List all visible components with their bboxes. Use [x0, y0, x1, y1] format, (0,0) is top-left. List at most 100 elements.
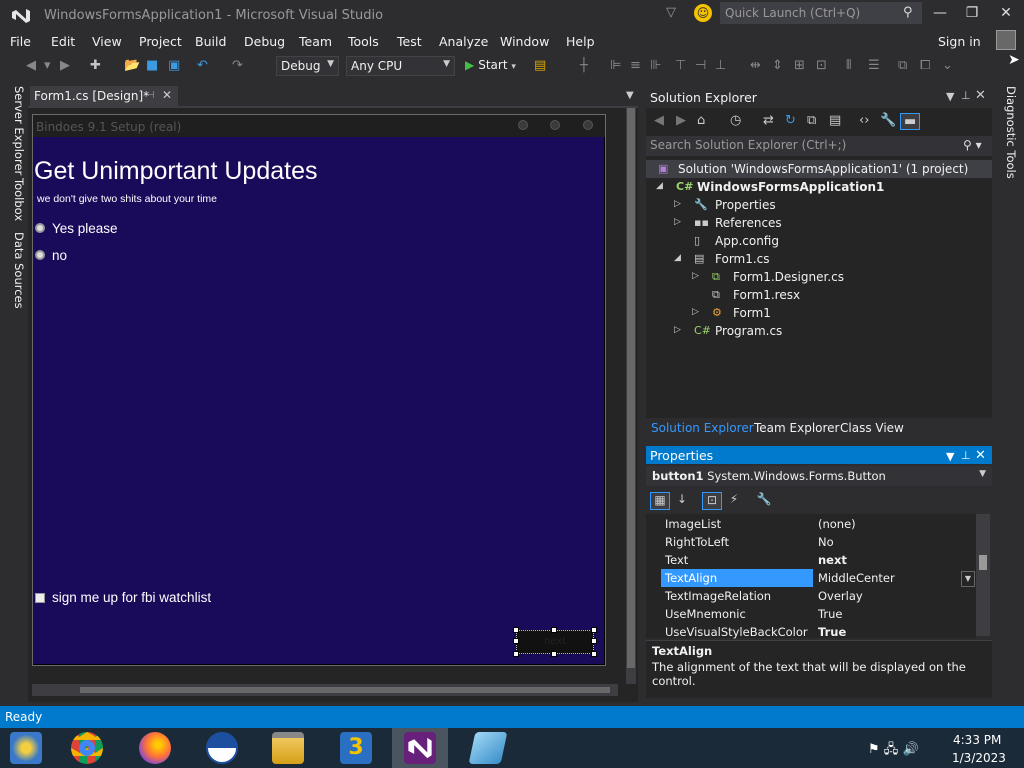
menu-view[interactable]: View [92, 34, 122, 49]
alphabetical-icon[interactable]: ↓ [672, 492, 692, 510]
document-list-dropdown-icon[interactable]: ▼ [626, 90, 634, 101]
menu-team[interactable]: Team [299, 34, 332, 49]
notepad-icon[interactable] [468, 732, 508, 764]
radio-yes-please[interactable] [35, 223, 45, 233]
resize-handle[interactable] [551, 627, 557, 633]
quick-launch-input[interactable]: Quick Launch (Ctrl+Q) [720, 2, 922, 24]
toolbar-overflow-icon[interactable]: ⌄ [942, 58, 953, 73]
property-name[interactable]: ImageList [665, 517, 721, 531]
show-all-files-icon[interactable]: ▤ [829, 113, 841, 128]
close-panel-icon[interactable]: ✕ [975, 448, 986, 463]
tree-item-form1-resx[interactable]: ⧉ Form1.resx [646, 286, 992, 304]
bring-to-front-icon[interactable]: ⧉ [898, 58, 907, 73]
network-icon[interactable]: 🖧 [884, 742, 899, 757]
flag-icon[interactable]: ⚑ [868, 742, 880, 757]
form-client-area[interactable] [33, 137, 604, 664]
tree-item-references[interactable]: ▷ ▪▪ References [646, 214, 992, 232]
tab-class-view[interactable]: Class View [840, 421, 904, 435]
menu-analyze[interactable]: Analyze [439, 34, 488, 49]
pin-icon[interactable]: ⊣ [146, 90, 155, 101]
forward-icon[interactable]: ▶ [676, 113, 686, 128]
property-value[interactable]: (none) [818, 517, 856, 531]
property-name-selected[interactable]: TextAlign [665, 571, 717, 585]
property-value[interactable]: True [818, 607, 842, 621]
menu-file[interactable]: File [10, 34, 31, 49]
menu-build[interactable]: Build [195, 34, 226, 49]
property-name[interactable]: TextImageRelation [665, 589, 771, 603]
volume-icon[interactable]: 🔊 [902, 742, 918, 757]
clock-date[interactable]: 1/3/2023 [952, 751, 1006, 765]
horizontal-spacing-icon[interactable]: ⫴ [846, 58, 851, 73]
solution-explorer-search-input[interactable]: Search Solution Explorer (Ctrl+;) [646, 136, 992, 156]
property-pages-icon[interactable]: 🔧 [754, 492, 774, 510]
view-code-icon[interactable]: ‹› [859, 113, 869, 128]
menu-debug[interactable]: Debug [244, 34, 285, 49]
save-icon[interactable]: ■ [146, 58, 158, 73]
menu-project[interactable]: Project [139, 34, 182, 49]
categorized-icon[interactable]: ▦ [650, 492, 670, 510]
expand-arrow-icon[interactable]: ▷ [692, 271, 699, 281]
tree-item-solution[interactable]: ▣ Solution 'WindowsFormsApplication1' (1… [646, 160, 992, 178]
data-sources-tab[interactable]: Data Sources [2, 232, 26, 309]
property-name[interactable]: UseMnemonic [665, 607, 746, 621]
tab-form1-design[interactable]: Form1.cs [Design]* ⊣ ✕ [30, 86, 178, 106]
expand-arrow-icon[interactable]: ▷ [692, 307, 699, 317]
resize-handle[interactable] [591, 651, 597, 657]
property-name[interactable]: RightToLeft [665, 535, 729, 549]
feedback-smiley-icon[interactable]: ☺ [694, 4, 712, 22]
debug-target-icon[interactable]: ▤ [534, 58, 546, 73]
tab-solution-explorer[interactable]: Solution Explorer [651, 421, 754, 435]
properties-view-icon[interactable]: ⊡ [702, 492, 722, 510]
navigate-forward-icon[interactable]: ▶ [60, 58, 70, 73]
open-file-icon[interactable]: 📂 [124, 58, 140, 73]
server-explorer-tab[interactable]: Server Explorer [2, 86, 26, 175]
tree-item-form1-class[interactable]: ▷ ⚙ Form1 [646, 304, 992, 322]
menu-window[interactable]: Window [500, 34, 549, 49]
visual-studio-taskbar-icon[interactable] [404, 732, 436, 764]
auto-hide-pin-icon[interactable]: ⊥ [961, 449, 971, 462]
property-name[interactable]: UseVisualStyleBackColor [665, 625, 808, 639]
tab-team-explorer[interactable]: Team Explorer [754, 421, 840, 435]
tree-item-project[interactable]: ◢ C# WindowsFormsApplication1 [646, 178, 992, 196]
radio-yes-please-label[interactable]: Yes please [52, 221, 118, 236]
make-same-height-icon[interactable]: ⇕ [772, 58, 783, 73]
fbi-watchlist-checkbox-label[interactable]: sign me up for fbi watchlist [52, 590, 211, 605]
tree-item-form1-designer[interactable]: ▷ ⧉ Form1.Designer.cs [646, 268, 992, 286]
property-value-input[interactable]: MiddleCenter [818, 571, 895, 585]
form-heading-label[interactable]: Get Unimportant Updates [34, 157, 317, 186]
start-orb-icon[interactable] [10, 732, 42, 764]
align-bottoms-icon[interactable]: ⊥ [715, 58, 726, 73]
make-same-width-icon[interactable]: ⇹ [750, 58, 761, 73]
firefox-icon[interactable] [139, 732, 171, 764]
resize-handle[interactable] [513, 638, 519, 644]
tree-item-properties[interactable]: ▷ 🔧 Properties [646, 196, 992, 214]
resize-handle[interactable] [591, 638, 597, 644]
events-lightning-icon[interactable]: ⚡ [724, 492, 744, 510]
notifications-filter-icon[interactable]: ▽ [666, 5, 676, 20]
sync-icon[interactable]: ⇄ [763, 113, 774, 128]
obama-logo-icon[interactable] [206, 732, 238, 764]
properties-wrench-icon[interactable]: 🔧 [880, 113, 896, 128]
radio-no-label[interactable]: no [52, 248, 67, 263]
form-subheading-label[interactable]: we don't give two shits about your time [37, 193, 217, 205]
align-lefts-icon[interactable]: ⊫ [610, 58, 621, 73]
property-value[interactable]: next [818, 553, 847, 567]
resize-handle[interactable] [591, 627, 597, 633]
back-icon[interactable]: ◀ [654, 113, 664, 128]
menu-help[interactable]: Help [566, 34, 595, 49]
save-all-icon[interactable]: ▣ [168, 58, 180, 73]
properties-object-select[interactable]: button1 System.Windows.Forms.Button ▼ [646, 466, 992, 486]
size-to-grid-icon[interactable]: ⊡ [816, 58, 827, 73]
toolbox-tab[interactable]: Toolbox [2, 178, 26, 221]
resize-handle[interactable] [513, 627, 519, 633]
account-icon[interactable] [996, 30, 1016, 50]
solution-configuration-select[interactable]: Debug ▼ [276, 56, 339, 76]
search-icon[interactable]: ⚲ ▾ [963, 138, 982, 152]
minimize-button[interactable]: — [928, 5, 952, 25]
close-tab-icon[interactable]: ✕ [162, 88, 172, 102]
navigate-dropdown-icon[interactable]: ▾ [44, 58, 51, 73]
expand-arrow-icon[interactable]: ▷ [674, 199, 681, 209]
navigate-back-icon[interactable]: ◀ [26, 58, 36, 73]
resize-handle[interactable] [551, 651, 557, 657]
align-centers-icon[interactable]: ≡ [630, 58, 641, 73]
